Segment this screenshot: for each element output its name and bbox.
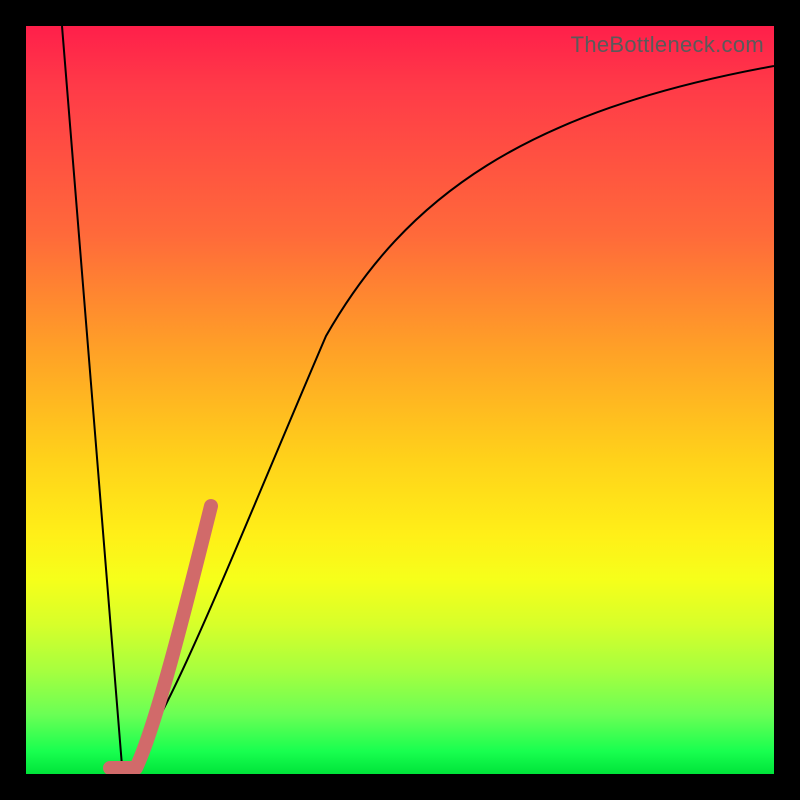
plot-area: TheBottleneck.com: [26, 26, 774, 774]
watermark-text: TheBottleneck.com: [571, 32, 764, 58]
highlight-segment: [110, 506, 211, 768]
chart-frame: TheBottleneck.com: [0, 0, 800, 800]
chart-svg: [26, 26, 774, 774]
